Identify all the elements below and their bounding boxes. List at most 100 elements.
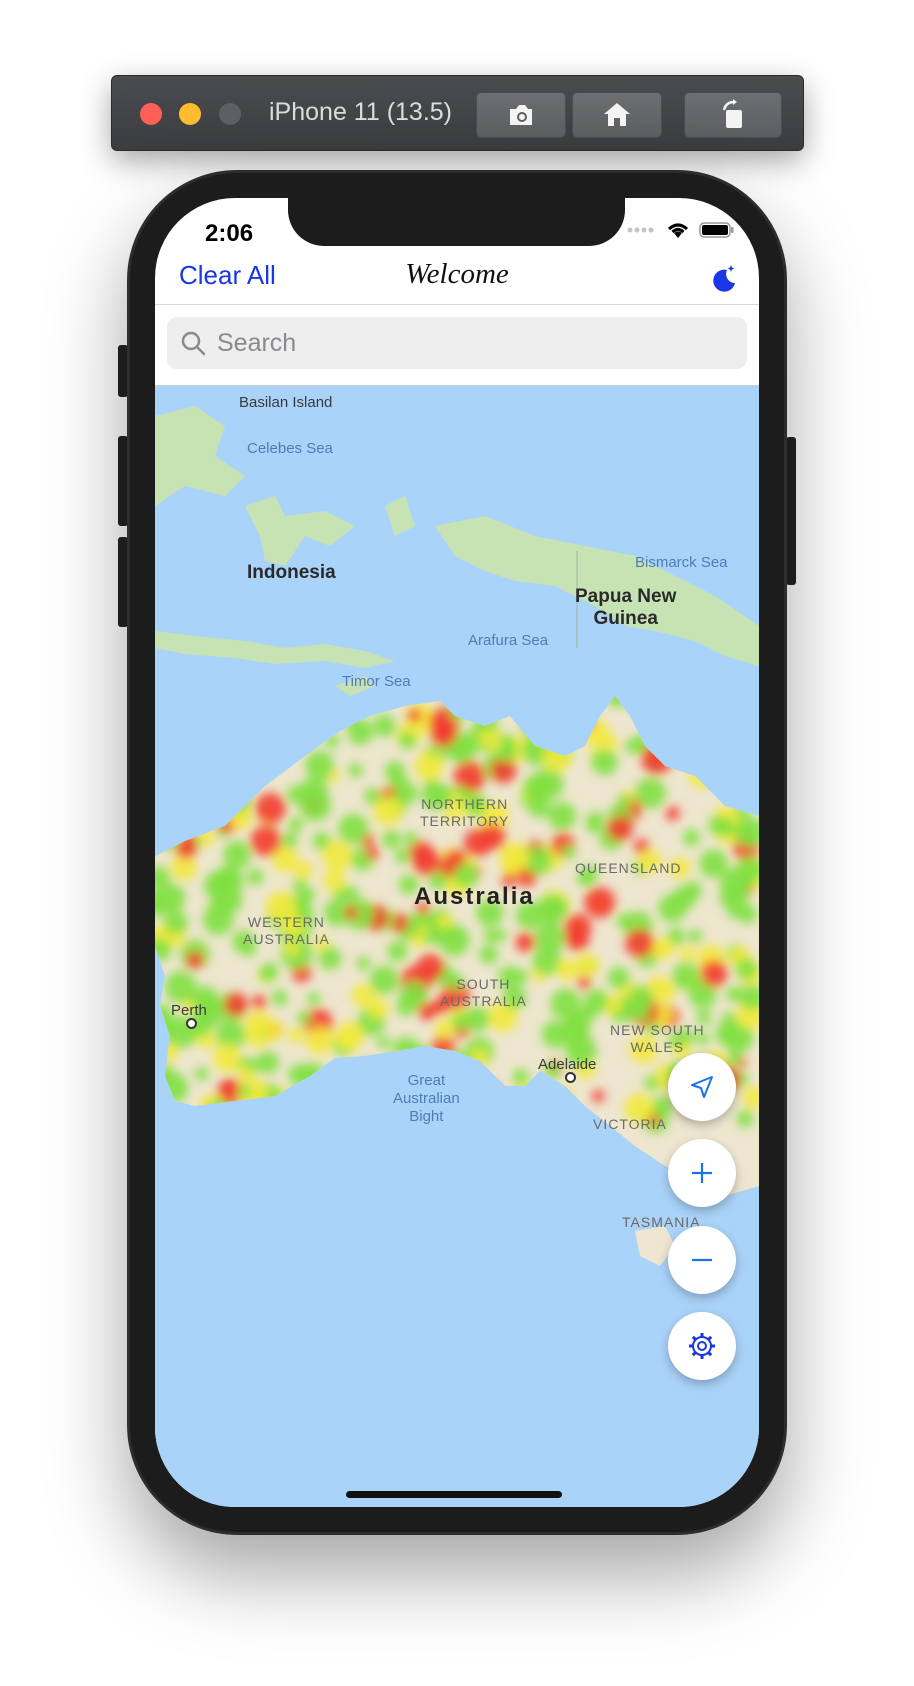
map-label-nt-line1: NORTHERN [421, 796, 509, 812]
page-title: Welcome [405, 258, 509, 290]
heatmap-blob [561, 844, 576, 860]
heatmap-blob [259, 964, 277, 982]
heatmap-blob [305, 751, 334, 780]
map-label-nt-line2: TERRITORY [420, 813, 510, 829]
heatmap-blob [430, 720, 457, 748]
heatmap-blob [186, 951, 204, 969]
heatmap-blob [407, 708, 422, 723]
heatmap-blob [583, 989, 609, 1014]
heatmap-blob [213, 868, 236, 891]
map-label-gab-line1: Great [407, 1072, 446, 1089]
heatmap-blob [423, 778, 441, 796]
notch [288, 198, 625, 246]
close-window-button[interactable] [140, 103, 162, 125]
adelaide-city-marker[interactable] [565, 1072, 576, 1083]
zoom-in-button[interactable] [668, 1139, 736, 1207]
rotate-button[interactable] [684, 92, 782, 138]
heatmap-blob [523, 774, 551, 803]
my-location-button[interactable] [668, 1053, 736, 1121]
map-label-png-line2: Guinea [593, 608, 658, 629]
heatmap-blob [294, 861, 313, 880]
map-view[interactable]: Basilan Island Celebes Sea Indonesia Bis… [155, 386, 759, 1507]
heatmap-blob [377, 1035, 391, 1050]
map-label-gab-line2: Australian [393, 1090, 460, 1107]
heatmap-blob [735, 958, 758, 980]
heatmap-blob [625, 928, 654, 958]
heatmap-blob [577, 975, 591, 990]
battery-icon [699, 222, 734, 238]
map-label-australia: Australia [414, 883, 535, 910]
map-label-timor-sea: Timor Sea [342, 673, 411, 690]
heatmap-blob [213, 1043, 242, 1072]
heatmap-blob [338, 813, 369, 845]
perth-city-marker[interactable] [186, 1018, 197, 1029]
settings-button[interactable] [668, 1312, 736, 1380]
heatmap-blob [323, 869, 346, 892]
heatmap-blob [237, 1065, 253, 1080]
moon-icon [713, 265, 735, 292]
home-button[interactable] [572, 92, 662, 138]
heatmap-blob [556, 959, 578, 981]
search-box[interactable] [167, 317, 747, 369]
screenshot-button[interactable] [476, 92, 566, 138]
heatmap-blob [194, 1066, 209, 1081]
heatmap-blob [307, 992, 321, 1006]
map-label-png: Papua New Guinea [575, 586, 676, 630]
heatmap-blob [591, 1089, 605, 1103]
heatmap-blob [398, 783, 418, 804]
map-label-nsw-line2: WALES [630, 1039, 685, 1055]
heatmap-blob [224, 992, 248, 1017]
heatmap-blob [672, 962, 700, 990]
map-label-sa-line2: AUSTRALIA [440, 993, 527, 1009]
heatmap-blob [335, 1021, 364, 1050]
heatmap-blob [252, 994, 267, 1010]
heatmap-blob [412, 912, 428, 928]
map-label-adelaide: Adelaide [538, 1056, 597, 1073]
heatmap-blob [288, 817, 304, 832]
heatmap-blob [261, 1019, 284, 1042]
heatmap-blob [344, 886, 359, 901]
home-indicator[interactable] [346, 1491, 562, 1498]
map-label-celebes-sea: Celebes Sea [247, 440, 333, 457]
heatmap-blob [699, 849, 728, 878]
heatmap-blob [382, 830, 401, 849]
search-input[interactable] [215, 327, 719, 359]
power-button [786, 437, 796, 585]
heatmap-blob [463, 828, 492, 857]
map-label-basilan: Basilan Island [239, 394, 333, 411]
heatmap-blob [683, 829, 700, 847]
zoom-window-button[interactable] [219, 103, 241, 125]
heatmap-blob [435, 1020, 454, 1039]
heatmap-blob [223, 840, 252, 869]
heatmap-blob [665, 806, 680, 821]
heatmap-blob [601, 734, 618, 752]
map-label-png-line1: Papua New [575, 586, 677, 607]
settings-icon [689, 1333, 715, 1359]
zoom-out-button[interactable] [668, 1226, 736, 1294]
heatmap-blob [494, 929, 507, 942]
simulator-toolbar: iPhone 11 (13.5) [111, 75, 804, 151]
phone-screen: Basilan Island Celebes Sea Indonesia Bis… [155, 198, 759, 1507]
heatmap-blob [617, 794, 632, 809]
heatmap-blob [607, 966, 630, 989]
heatmap-blob [256, 1051, 279, 1074]
heatmap-blob [344, 905, 358, 920]
heatmap-blob [727, 1051, 742, 1066]
heatmap-blob [644, 1075, 660, 1091]
minimize-window-button[interactable] [179, 103, 201, 125]
heatmap-blob [499, 842, 530, 873]
heatmap-blob [659, 983, 676, 1000]
heatmap-blob [348, 763, 363, 778]
heatmap-blob [575, 953, 599, 978]
heatmap-blob [367, 998, 389, 1019]
heatmap-blob [715, 1021, 740, 1046]
dark-mode-toggle[interactable] [707, 262, 739, 294]
cellular-signal-icon [627, 227, 654, 233]
search-bar-container [155, 305, 759, 386]
heatmap-blob [395, 848, 411, 864]
heatmap-blob [478, 730, 495, 747]
heatmap-blob [438, 924, 470, 956]
map-label-bismarck-sea: Bismarck Sea [635, 554, 728, 571]
map-label-nsw-line1: NEW SOUTH [610, 1022, 705, 1038]
map-label-indonesia: Indonesia [247, 562, 336, 583]
